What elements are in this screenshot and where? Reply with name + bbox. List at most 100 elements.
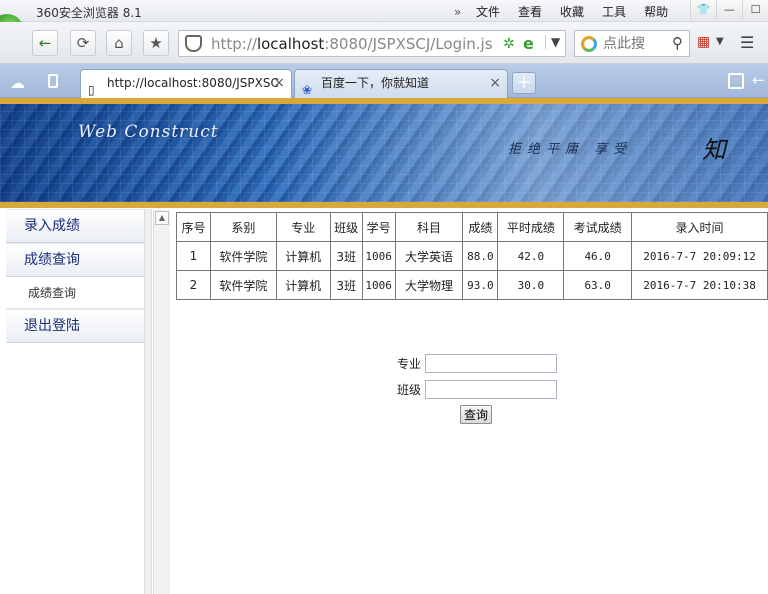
browser-menu-icon[interactable]: ☰ <box>740 33 754 52</box>
window-controls: 👕 — ☐ <box>690 0 768 20</box>
sidebar-subitem-grade-query[interactable]: 成绩查询 <box>6 277 144 309</box>
cell-score: 93.0 <box>462 270 499 300</box>
cell-exam-score: 63.0 <box>563 270 633 300</box>
banner-character: 知 <box>702 136 726 164</box>
scrollbar[interactable]: ▲ <box>153 210 170 594</box>
main-content: 序号 系别 专业 班级 学号 科目 成绩 平时成绩 考试成绩 录入时间 1 软件… <box>170 209 768 594</box>
title-bar: 360安全浏览器 8.1 » 文件 查看 收藏 工具 帮助 👕 — ☐ <box>0 0 768 22</box>
baidu-paw-icon: ❀ <box>302 83 313 97</box>
col-header: 考试成绩 <box>563 212 633 242</box>
banner-texture <box>0 104 768 202</box>
page-icon: ▯ <box>88 83 95 97</box>
sidebar-item-logout[interactable]: 退出登陆 <box>6 309 144 343</box>
new-tab-button[interactable]: + <box>512 72 536 94</box>
cell-exam-score: 46.0 <box>563 241 633 271</box>
col-header: 平时成绩 <box>497 212 565 242</box>
major-label: 专业 <box>396 356 421 371</box>
search-engine-icon[interactable] <box>581 36 597 52</box>
skin-icon[interactable]: 👕 <box>690 0 716 20</box>
class-input[interactable] <box>425 379 557 399</box>
query-button[interactable]: 查询 <box>460 405 493 424</box>
col-header: 专业 <box>275 212 331 242</box>
menu-view[interactable]: 查看 <box>518 3 542 20</box>
header-banner: Web Construct 拒绝平庸 享受 知 <box>0 98 768 208</box>
home-icon[interactable]: ⌂ <box>106 30 132 56</box>
cell-major: 计算机 <box>275 241 331 271</box>
col-header: 成绩 <box>462 212 499 242</box>
sidebar-toggle-icon[interactable] <box>48 74 58 88</box>
cell-index: 1 <box>176 241 211 271</box>
compatibility-icon[interactable]: ✲ <box>503 36 515 52</box>
navigation-toolbar: ← ⟳ ⌂ ★ http://localhost:8080/JSPXSCJ/Lo… <box>0 22 768 64</box>
cloud-sync-icon[interactable]: ☁ <box>10 74 25 92</box>
cell-subject: 大学物理 <box>394 270 464 300</box>
cell-student-id: 1006 <box>361 241 396 271</box>
security-shield-icon <box>185 35 202 52</box>
ie-mode-icon[interactable]: e <box>523 34 534 53</box>
restore-tab-icon[interactable]: ← <box>752 71 765 89</box>
sidebar-nav: 录入成绩 成绩查询 成绩查询 退出登陆 <box>6 209 144 594</box>
tab-title: 百度一下，你就知道 <box>321 76 430 90</box>
extensions-icon[interactable]: ▦ <box>697 34 710 50</box>
table-header-row: 序号 系别 专业 班级 学号 科目 成绩 平时成绩 考试成绩 录入时间 <box>176 212 768 242</box>
url-scheme: http:// <box>211 35 257 53</box>
col-header: 学号 <box>361 212 396 242</box>
address-bar[interactable]: http://localhost:8080/JSPXSCJ/Login.js ✲… <box>178 30 566 57</box>
tab-title: http://localhost:8080/JSPXSC <box>107 76 279 90</box>
tab-close-icon[interactable]: × <box>489 70 501 97</box>
cell-entry-time: 2016-7-7 20:09:12 <box>631 241 768 271</box>
col-header: 序号 <box>176 212 211 242</box>
col-header: 系别 <box>209 212 277 242</box>
refresh-icon[interactable]: ⟳ <box>70 30 96 56</box>
extensions-chevron-icon[interactable]: ▼ <box>716 36 724 47</box>
chevron-down-icon[interactable]: ▼ <box>545 35 560 49</box>
cell-department: 软件学院 <box>209 270 277 300</box>
tab-baidu[interactable]: ❀ 百度一下，你就知道 × <box>294 69 508 98</box>
sidebar-item-grade-query[interactable]: 成绩查询 <box>6 243 144 277</box>
frame-divider[interactable] <box>144 209 152 594</box>
cell-usual-score: 42.0 <box>497 241 565 271</box>
banner-logo-text: Web Construct <box>78 122 219 142</box>
table-row: 2 软件学院 计算机 3班 1006 大学物理 93.0 30.0 63.0 2… <box>176 270 768 300</box>
minimize-button[interactable]: — <box>716 0 742 20</box>
search-input[interactable] <box>603 34 659 54</box>
cell-major: 计算机 <box>275 270 331 300</box>
maximize-button[interactable]: ☐ <box>742 0 768 20</box>
menu-bar: » 文件 查看 收藏 工具 帮助 <box>454 3 686 20</box>
class-label: 班级 <box>396 382 421 397</box>
menu-overflow-icon[interactable]: » <box>454 5 476 19</box>
cell-department: 软件学院 <box>209 241 277 271</box>
cell-index: 2 <box>176 270 211 300</box>
app-title: 360安全浏览器 8.1 <box>36 6 142 20</box>
table-row: 1 软件学院 计算机 3班 1006 大学英语 88.0 42.0 46.0 2… <box>176 241 768 271</box>
page-viewport: Web Construct 拒绝平庸 享受 知 录入成绩 成绩查询 成绩查询 退… <box>0 98 768 594</box>
cell-student-id: 1006 <box>361 270 396 300</box>
tab-close-icon[interactable]: × <box>273 70 285 97</box>
menu-help[interactable]: 帮助 <box>644 3 668 20</box>
major-input[interactable] <box>425 353 557 373</box>
sidebar-item-enter-grades[interactable]: 录入成绩 <box>6 209 144 243</box>
col-header: 录入时间 <box>631 212 768 242</box>
address-url[interactable]: http://localhost:8080/JSPXSCJ/Login.js <box>211 35 493 53</box>
favorite-star-icon[interactable]: ★ <box>143 30 169 56</box>
search-icon[interactable]: ⚲ <box>672 34 683 52</box>
tab-list-icon[interactable] <box>728 73 744 89</box>
cell-score: 88.0 <box>462 241 499 271</box>
url-host: localhost <box>256 35 325 53</box>
tab-active[interactable]: ▯ http://localhost:8080/JSPXSC × <box>80 69 292 98</box>
back-arrow-icon[interactable]: ← <box>32 30 58 56</box>
url-path: :8080/JSPXSCJ/Login.js <box>324 35 493 53</box>
cell-usual-score: 30.0 <box>497 270 565 300</box>
query-form: 专业 班级 查询 <box>390 351 590 424</box>
search-box[interactable]: ⚲ <box>574 30 690 57</box>
grades-table: 序号 系别 专业 班级 学号 科目 成绩 平时成绩 考试成绩 录入时间 1 软件… <box>176 212 768 300</box>
col-header: 班级 <box>329 212 363 242</box>
tab-bar: ☁ ▯ http://localhost:8080/JSPXSC × ❀ 百度一… <box>0 64 768 98</box>
menu-favorites[interactable]: 收藏 <box>560 3 584 20</box>
menu-file[interactable]: 文件 <box>476 3 500 20</box>
menu-tools[interactable]: 工具 <box>602 3 626 20</box>
cell-subject: 大学英语 <box>394 241 464 271</box>
scroll-up-icon[interactable]: ▲ <box>155 211 169 225</box>
cell-class: 3班 <box>329 241 363 271</box>
cell-class: 3班 <box>329 270 363 300</box>
